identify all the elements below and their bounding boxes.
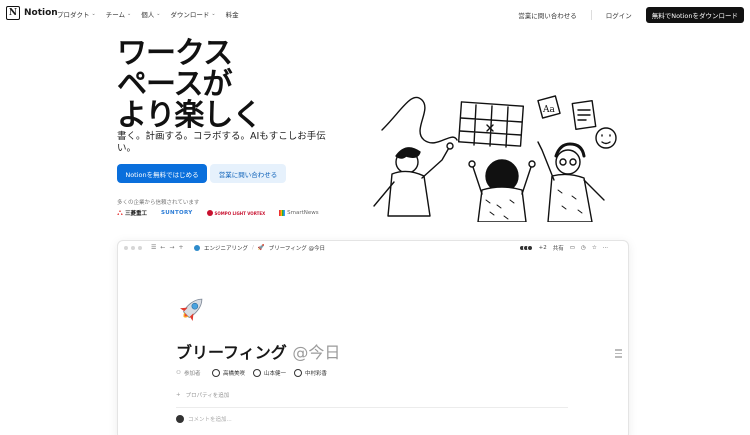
attendee-name: 高橋美咲 [223, 371, 246, 377]
more-icon[interactable]: ··· [603, 245, 608, 251]
svg-text:Aa: Aa [542, 105, 555, 115]
chevron-down-icon: ⌄ [127, 11, 132, 17]
trusted-text: 多くの企業から信頼されています [117, 200, 200, 206]
nav-item-label: ダウンロード [170, 11, 210, 19]
sompo-logo: SOMPO LIGHT VORTEX [206, 210, 266, 216]
comment-icon[interactable]: ▭ [570, 245, 575, 251]
company-name: SOMPO LIGHT VORTEX [214, 210, 266, 216]
start-free-button[interactable]: Notionを無料ではじめる [117, 164, 207, 183]
history-icon[interactable]: ◷ [581, 245, 586, 251]
hero-title-line: ワークス [117, 36, 233, 71]
window-dot[interactable] [124, 246, 128, 250]
app-toolbar: ☰ ← → + エンジニアリング / 🚀 ブリーフィング @今日 +2 共有 ▭… [118, 241, 628, 255]
attendee-name: 中村彩香 [305, 371, 328, 377]
contact-sales-link[interactable]: 営業に問い合わせる [518, 10, 577, 20]
nav-item-team[interactable]: チーム ⌄ [106, 9, 132, 19]
attendees-label-text: 参加者 [183, 371, 201, 377]
download-button[interactable]: 無料でNotionをダウンロード [645, 7, 744, 23]
smartnews-logo: SmartNews [279, 210, 319, 216]
notion-logo[interactable]: N Notion [6, 6, 58, 20]
breadcrumb-separator: / [252, 245, 254, 251]
suntory-logo: SUNTORY [161, 210, 192, 216]
back-arrow-icon[interactable]: ← [160, 244, 165, 251]
teamspace-icon [194, 245, 200, 251]
window-dot[interactable] [138, 246, 142, 250]
page-title-date[interactable]: @今日 [292, 343, 340, 362]
sompo-mark-icon [206, 210, 213, 216]
add-icon[interactable]: + [178, 244, 183, 251]
nav-item-product[interactable]: プロダクト ⌄ [57, 9, 96, 19]
company-name: SmartNews [287, 210, 319, 216]
chevron-down-icon: ⌄ [211, 11, 216, 17]
plus-icon: + [176, 392, 181, 398]
company-logos: 三菱重工 SUNTORY SOMPO LIGHT VORTEX SmartNew… [117, 209, 319, 217]
avatar [253, 369, 262, 377]
add-property-label: プロパティを追加 [185, 393, 230, 399]
company-name: 三菱重工 [125, 211, 148, 217]
smartnews-mark-icon [279, 210, 286, 216]
nav-item-label: 個人 [141, 11, 155, 19]
app-window: ☰ ← → + エンジニアリング / 🚀 ブリーフィング @今日 +2 共有 ▭… [117, 240, 629, 435]
avatar [212, 369, 220, 377]
nav-right: 営業に問い合わせる ログイン 無料でNotionをダウンロード [518, 7, 744, 23]
attendees-property: ⚇ 参加者 高橋美咲 山本健一 中村彩香 [176, 369, 327, 377]
page-title-text: ブリーフィング [176, 343, 287, 362]
hero-illustration: Aa [373, 95, 617, 222]
logo-text: Notion [24, 8, 58, 18]
contact-sales-button[interactable]: 営業に問い合わせる [210, 164, 286, 183]
divider [176, 407, 568, 408]
chevron-down-icon: ⌄ [156, 11, 161, 17]
add-property-button[interactable]: + プロパティを追加 [176, 391, 229, 399]
rocket-small-icon: 🚀 [257, 245, 265, 251]
nav-item-pricing[interactable]: 料金 [226, 9, 239, 19]
collaborators[interactable] [518, 245, 533, 251]
avatar [526, 245, 533, 251]
attendee[interactable]: 山本健一 [253, 369, 286, 377]
breadcrumb: エンジニアリング / 🚀 ブリーフィング @今日 [194, 244, 325, 252]
notion-logo-icon: N [6, 6, 20, 20]
forward-arrow-icon[interactable]: → [169, 244, 174, 251]
nav-item-personal[interactable]: 個人 ⌄ [141, 9, 160, 19]
hero-subtitle: 書く。計画する。コラボする。AIもすこしお手伝い。 [117, 131, 326, 154]
rocket-icon[interactable] [176, 293, 208, 325]
collaborator-count: +2 [538, 245, 547, 251]
avatar [294, 369, 303, 377]
hero-title-line: ペースが [117, 67, 233, 102]
outline-handle[interactable] [615, 349, 622, 358]
star-icon[interactable]: ☆ [592, 245, 597, 251]
people-icon: ⚇ [176, 370, 181, 376]
comment-placeholder: コメントを追加... [188, 417, 232, 423]
breadcrumb-item[interactable]: ブリーフィング @今日 [269, 244, 325, 252]
window-controls [124, 246, 142, 250]
hero-title-line: より楽しく [117, 98, 262, 133]
attendee-name: 山本健一 [264, 371, 287, 377]
avatar [176, 415, 184, 423]
attendee[interactable]: 中村彩香 [294, 369, 327, 377]
attendees-label: ⚇ 参加者 [176, 369, 204, 377]
nav-item-label: プロダクト [57, 11, 90, 19]
top-nav: N Notion プロダクト ⌄ チーム ⌄ 個人 ⌄ ダウンロード ⌄ 料金 営業に問… [0, 0, 750, 28]
share-button[interactable]: 共有 [553, 244, 564, 252]
toolbar-actions: +2 共有 ▭ ◷ ☆ ··· [518, 244, 608, 252]
nav-links: プロダクト ⌄ チーム ⌄ 個人 ⌄ ダウンロード ⌄ 料金 [57, 9, 239, 19]
chevron-down-icon: ⌄ [91, 11, 96, 17]
menu-icon[interactable]: ☰ [151, 244, 156, 251]
page-title[interactable]: ブリーフィング @今日 [176, 339, 340, 363]
nav-item-download[interactable]: ダウンロード ⌄ [170, 9, 215, 19]
nav-item-label: チーム [105, 11, 126, 19]
company-name: SUNTORY [161, 210, 193, 216]
mitsubishi-logo: 三菱重工 [117, 209, 147, 217]
hero-title: ワークス ペースが より楽しく [117, 38, 347, 131]
mitsubishi-diamond-icon [117, 210, 123, 215]
login-link[interactable]: ログイン [606, 10, 632, 20]
breadcrumb-item[interactable]: エンジニアリング [204, 244, 248, 252]
nav-divider [590, 10, 592, 20]
attendee[interactable]: 高橋美咲 [212, 369, 245, 377]
comment-input[interactable]: コメントを追加... [176, 415, 232, 423]
window-dot[interactable] [131, 246, 135, 250]
toolbar-nav: ☰ ← → + [151, 244, 183, 251]
nav-item-label: 料金 [225, 11, 239, 19]
